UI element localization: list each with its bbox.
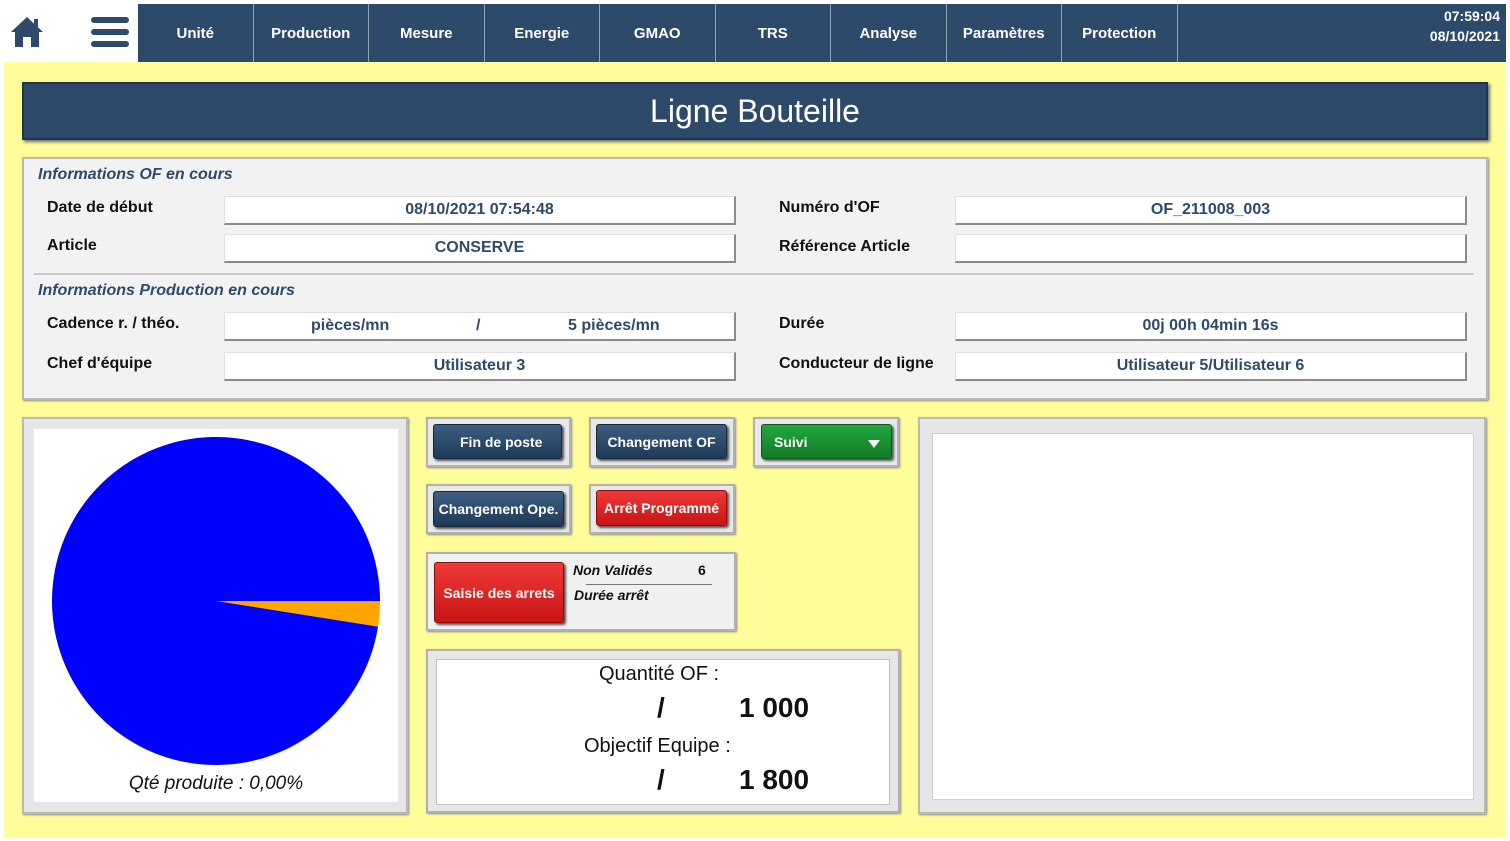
team-objective-value: 1 800 xyxy=(739,764,810,795)
hamburger-menu-icon xyxy=(91,17,129,47)
team-objective-label: Objectif Equipe : xyxy=(584,735,731,757)
home-icon xyxy=(11,17,43,47)
followup-frame: Suivi xyxy=(753,417,899,467)
planned-stop-button[interactable]: Arrêt Programmé xyxy=(596,490,727,526)
clock-date: 08/10/2021 xyxy=(1429,28,1500,44)
page-title: Ligne Bouteille xyxy=(22,82,1488,140)
of-number-value: OF_211008_003 xyxy=(955,196,1467,225)
team-objective-separator: / xyxy=(657,764,665,795)
duration-value: 00j 00h 04min 16s xyxy=(955,312,1467,341)
production-pie-chart xyxy=(51,436,380,765)
article-ref-value xyxy=(955,234,1467,263)
end-shift-button[interactable]: Fin de poste xyxy=(433,424,562,459)
not-validated-label: Non Validés xyxy=(573,562,653,578)
stop-duration-label: Durée arrêt xyxy=(574,587,649,603)
main-navigation: Unité Production Mesure Energie GMAO TRS… xyxy=(138,4,1506,62)
change-ope-button[interactable]: Changement Ope. xyxy=(433,491,564,527)
nav-protection[interactable]: Protection xyxy=(1062,4,1178,62)
pie-chart-area: Qté produite : 0,00% xyxy=(34,429,398,802)
home-button[interactable] xyxy=(4,4,50,60)
clock-time: 07:59:04 xyxy=(1443,8,1500,24)
of-info-section-title: Informations OF en cours xyxy=(38,166,233,183)
of-quantity-value: 1 000 xyxy=(739,692,810,723)
duration-label: Durée xyxy=(779,315,825,332)
end-shift-frame: Fin de poste xyxy=(426,417,571,467)
change-of-frame: Changement OF xyxy=(589,417,735,467)
nav-energie[interactable]: Energie xyxy=(485,4,600,62)
line-driver-value: Utilisateur 5/Utilisateur 6 xyxy=(955,352,1467,381)
nav-gmao[interactable]: GMAO xyxy=(600,4,716,62)
cadence-separator: / xyxy=(476,317,481,334)
line-driver-label: Conducteur de ligne xyxy=(779,355,934,372)
article-label: Article xyxy=(47,237,97,254)
nav-mesure[interactable]: Mesure xyxy=(369,4,485,62)
start-date-label: Date de début xyxy=(47,199,153,216)
article-value: CONSERVE xyxy=(224,234,736,263)
team-leader-label: Chef d'équipe xyxy=(47,355,153,372)
nav-analyse[interactable]: Analyse xyxy=(831,4,947,62)
quantity-panel: Quantité OF : / 1 000 Objectif Equipe : … xyxy=(426,649,900,813)
quantity-inner: Quantité OF : / 1 000 Objectif Equipe : … xyxy=(436,659,890,805)
cadence-value: pièces/mn / 5 pièces/mn xyxy=(224,312,736,341)
of-quantity-label: Quantité OF : xyxy=(599,663,720,685)
section-divider xyxy=(34,273,1474,275)
nav-production[interactable]: Production xyxy=(254,4,369,62)
nav-parametres[interactable]: Paramètres xyxy=(947,4,1062,62)
article-ref-label: Référence Article xyxy=(779,238,911,255)
nav-unite[interactable]: Unité xyxy=(138,4,254,62)
right-panel xyxy=(918,417,1486,814)
stops-panel: Saisie des arrets Non Validés 6 Durée ar… xyxy=(426,552,736,631)
followup-dropdown[interactable]: Suivi xyxy=(761,424,892,459)
of-quantity-separator: / xyxy=(657,692,665,723)
clock: 07:59:04 08/10/2021 xyxy=(1430,6,1500,46)
top-bar: Unité Production Mesure Energie GMAO TRS… xyxy=(0,0,1510,62)
info-panel: Informations OF en cours Date de début 0… xyxy=(22,157,1488,400)
pie-caption: Qté produite : 0,00% xyxy=(128,773,304,794)
menu-button[interactable] xyxy=(82,4,138,60)
change-of-button[interactable]: Changement OF xyxy=(596,424,727,459)
not-validated-count: 6 xyxy=(698,562,706,578)
change-ope-frame: Changement Ope. xyxy=(426,484,571,534)
nav-trs[interactable]: TRS xyxy=(716,4,831,62)
stops-divider xyxy=(586,584,712,585)
start-date-value: 08/10/2021 07:54:48 xyxy=(224,196,736,225)
production-pie-panel: Qté produite : 0,00% xyxy=(22,417,408,814)
right-panel-content xyxy=(932,433,1474,800)
enter-stops-button[interactable]: Saisie des arrets xyxy=(434,562,564,623)
cadence-label: Cadence r. / théo. xyxy=(47,315,180,332)
production-info-section-title: Informations Production en cours xyxy=(38,282,295,299)
chevron-down-icon xyxy=(868,440,880,448)
cadence-theo: 5 pièces/mn xyxy=(568,317,660,334)
followup-label: Suivi xyxy=(774,433,808,450)
of-number-label: Numéro d'OF xyxy=(779,199,880,216)
cadence-real: pièces/mn xyxy=(311,317,390,334)
planned-stop-frame: Arrêt Programmé xyxy=(589,484,735,534)
pie-slice-major xyxy=(51,436,380,765)
team-leader-value: Utilisateur 3 xyxy=(224,352,736,381)
